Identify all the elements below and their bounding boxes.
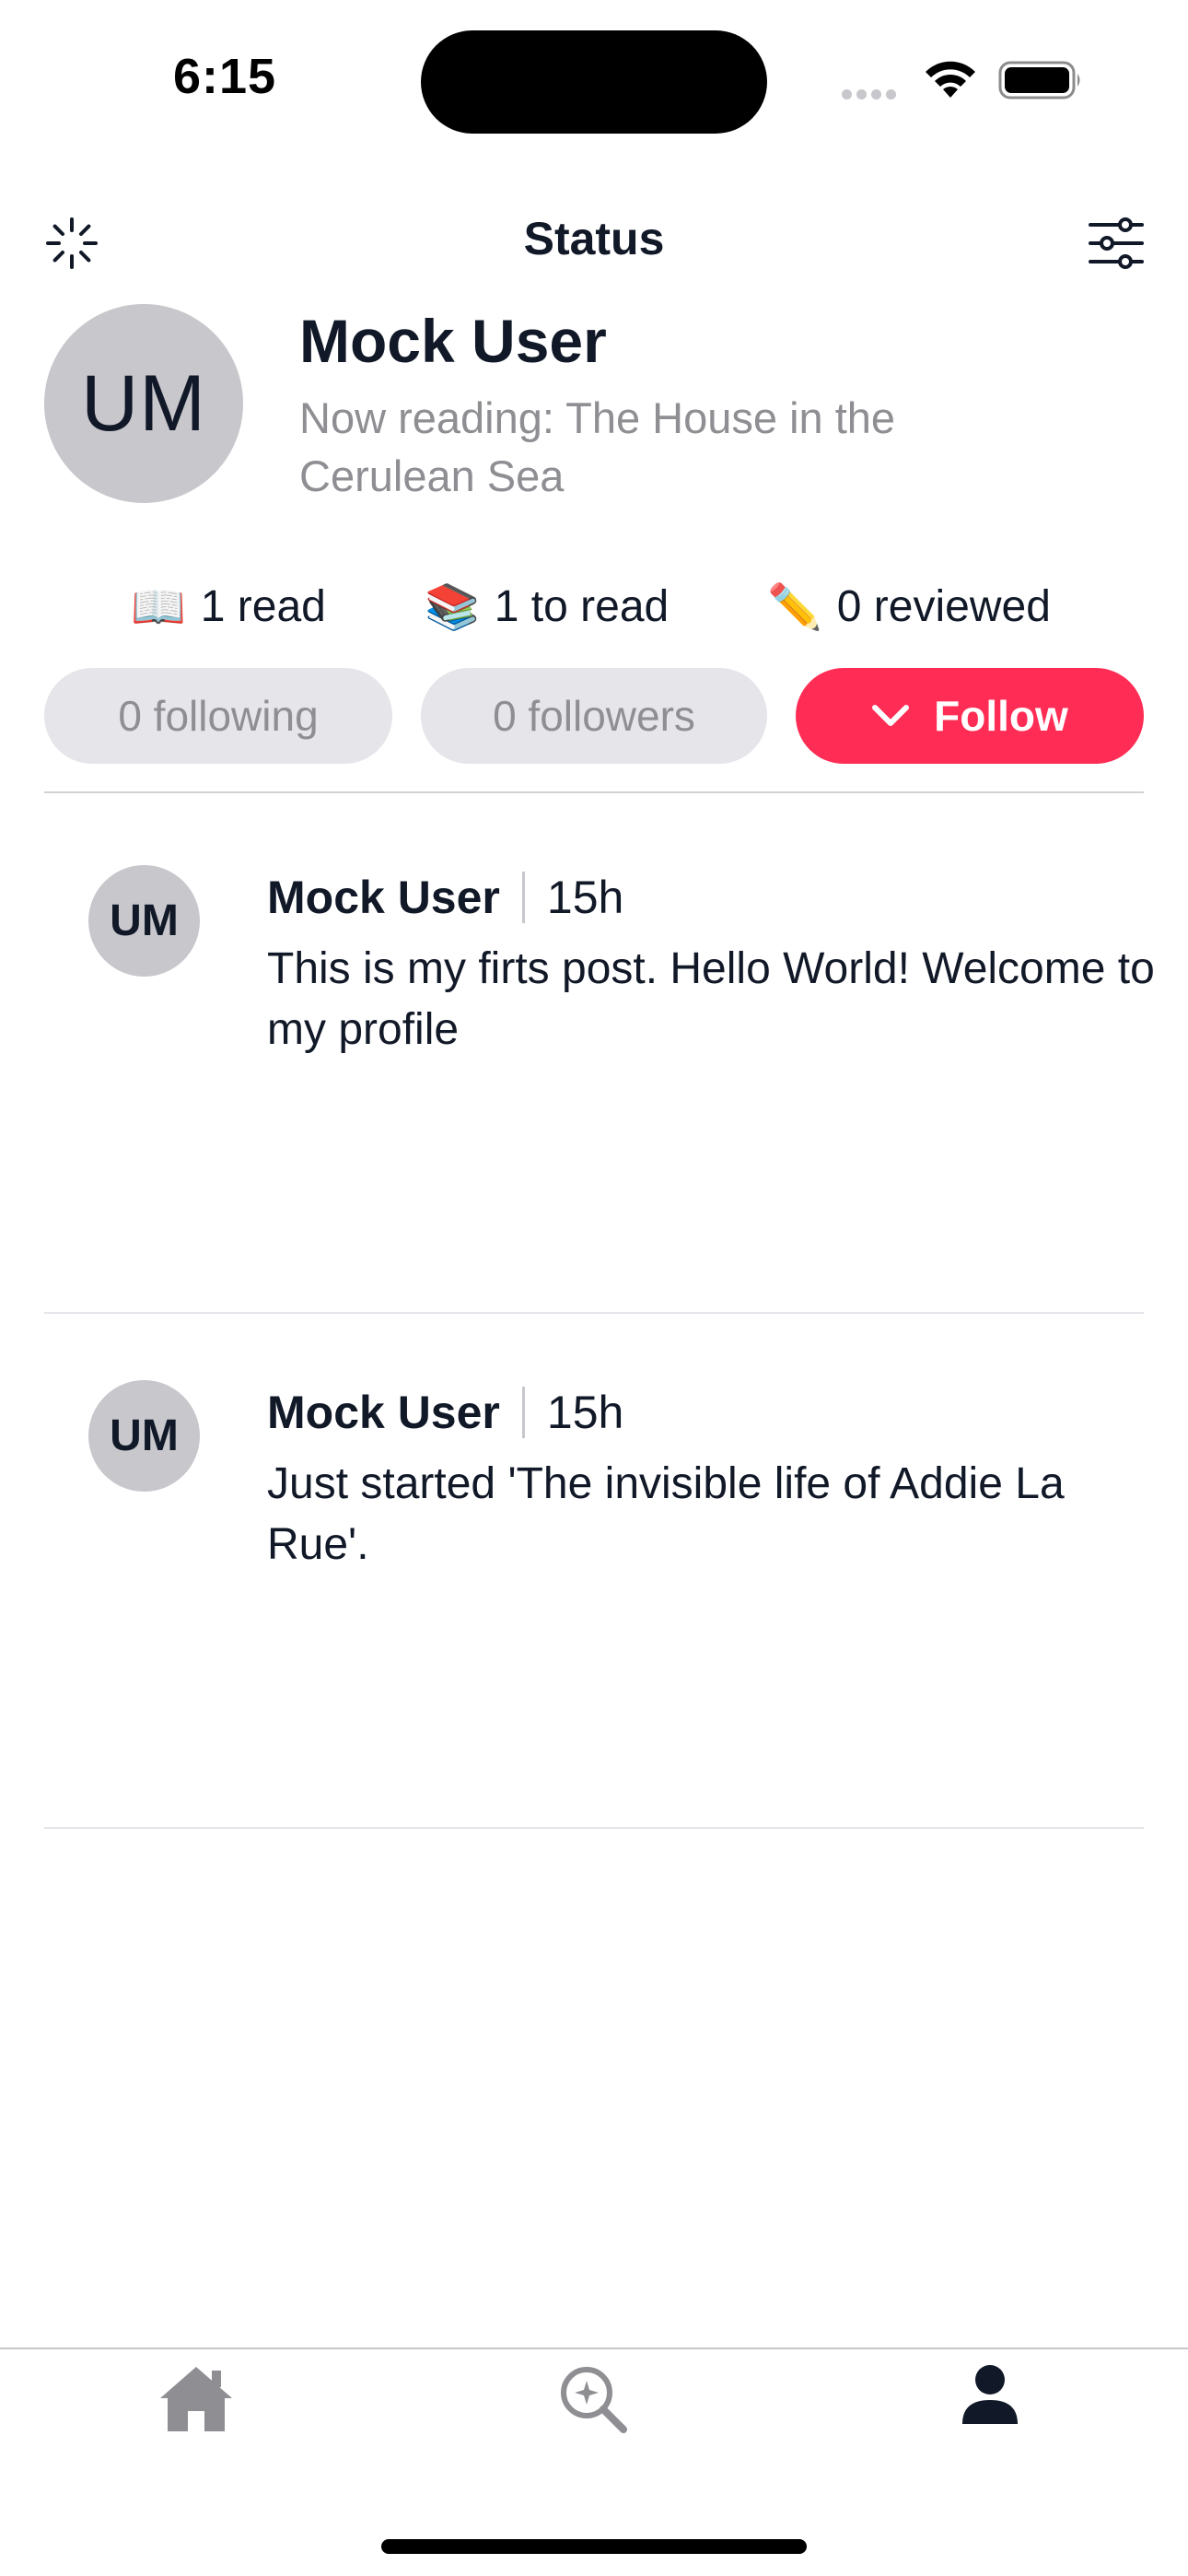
follow-label: Follow: [934, 692, 1068, 740]
post-header-separator: [521, 1387, 525, 1438]
profile-name: Mock User: [299, 307, 607, 375]
profile-icon: [962, 2365, 1018, 2424]
tab-bar-divider: [0, 2348, 1188, 2349]
tab-discover[interactable]: [557, 2363, 631, 2440]
stat-read[interactable]: 📖 1 read: [131, 580, 326, 633]
post-item[interactable]: UM Mock User 15h Just started 'The invis…: [0, 1380, 1188, 1822]
status-bar: 6:15: [0, 0, 1188, 157]
post-avatar[interactable]: UM: [88, 865, 200, 977]
tab-profile[interactable]: [960, 2363, 1020, 2432]
post-author[interactable]: Mock User: [267, 871, 500, 924]
page-title: Status: [523, 213, 665, 264]
post-text: Just started 'The invisible life of Addi…: [267, 1459, 1065, 1569]
section-divider: [44, 791, 1144, 793]
discover-search-icon: [561, 2367, 627, 2433]
chevron-down-icon: [872, 705, 910, 726]
post-avatar[interactable]: UM: [88, 1380, 200, 1492]
post-divider: [44, 1312, 1144, 1314]
cellular-signal-icon: [842, 88, 901, 104]
stats-row: 📖 1 read 📚 1 to read ✏️ 0 reviewed: [0, 580, 1188, 645]
sliders-icon[interactable]: [1087, 216, 1146, 275]
status-time: 6:15: [173, 49, 277, 104]
stat-reviewed-label: 0 reviewed: [836, 582, 1051, 631]
following-button[interactable]: 0 following: [44, 668, 392, 764]
stat-to-read-label: 1 to read: [494, 582, 670, 631]
wifi-icon: [923, 57, 978, 104]
post-text: This is my firts post. Hello World! Welc…: [267, 944, 1155, 1054]
books-stack-icon: 📚: [425, 583, 480, 632]
post-author[interactable]: Mock User: [267, 1386, 500, 1439]
stat-read-label: 1 read: [200, 582, 326, 631]
post-time: 15h: [546, 872, 624, 923]
dynamic-island: [421, 30, 767, 134]
stat-reviewed[interactable]: ✏️ 0 reviewed: [767, 580, 1051, 633]
following-label: 0 following: [118, 692, 319, 740]
battery-icon: [998, 61, 1083, 104]
followers-button[interactable]: 0 followers: [421, 668, 767, 764]
post-header-separator: [521, 872, 525, 923]
now-reading-text: Now reading: The House in the Cerulean S…: [299, 393, 896, 500]
post-header: Mock User 15h: [267, 865, 623, 930]
post-item[interactable]: UM Mock User 15h This is my firts post. …: [0, 865, 1188, 1307]
tab-home[interactable]: [157, 2363, 236, 2440]
post-header: Mock User 15h: [267, 1380, 623, 1445]
post-divider: [44, 1827, 1144, 1829]
nav-header: Status: [0, 184, 1188, 304]
follow-button[interactable]: Follow: [796, 668, 1144, 764]
home-icon: [160, 2367, 232, 2431]
pencil-icon: ✏️: [767, 583, 822, 632]
home-indicator[interactable]: [381, 2539, 807, 2554]
profile-avatar[interactable]: UM: [44, 304, 243, 503]
stat-to-read[interactable]: 📚 1 to read: [425, 580, 669, 633]
post-time: 15h: [546, 1387, 624, 1438]
followers-label: 0 followers: [493, 692, 695, 740]
open-book-icon: 📖: [131, 583, 186, 632]
